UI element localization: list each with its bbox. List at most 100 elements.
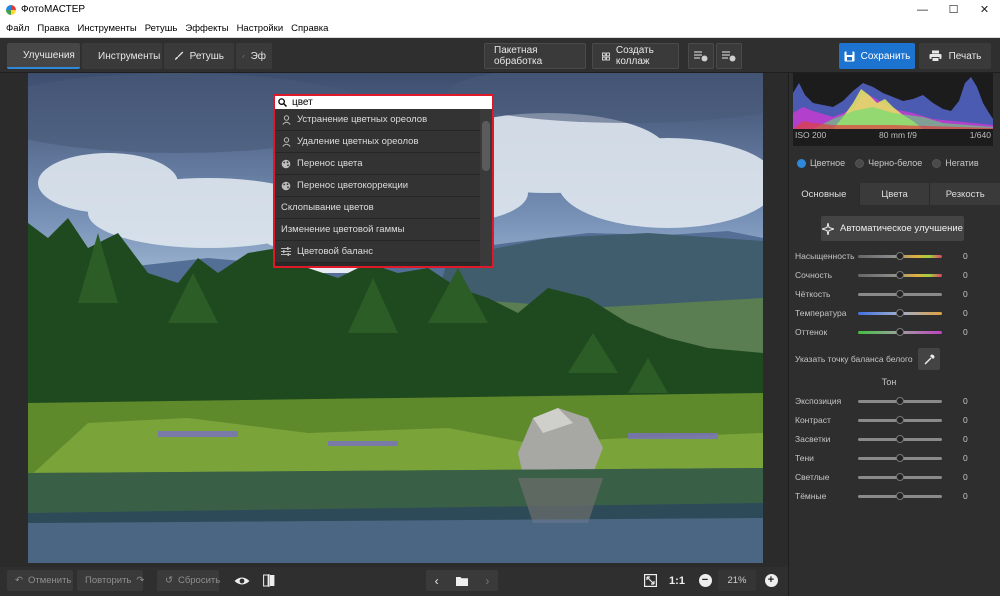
tab-retouch-label: Ретушь [189,50,224,62]
search-result-item[interactable]: Склопывание цветов [275,197,480,219]
save-button[interactable]: Сохранить [839,43,915,69]
color-mode-negative[interactable]: Негатив [932,158,979,168]
tone-section-title: Тон [881,377,897,387]
slider-contrast[interactable]: Контраст 0 [795,413,995,427]
next-image-icon[interactable]: › [485,574,489,588]
zoom-out-button[interactable]: − [694,570,716,591]
slider-temperature[interactable]: Температура 0 [795,306,995,320]
slider-value: 0 [963,289,968,299]
undo-button[interactable]: ↶ Отменить [7,570,73,591]
tab-tools-label: Инструменты [98,50,161,62]
slider-value: 0 [963,270,968,280]
add-layer-button[interactable] [688,43,714,69]
slider-knob[interactable] [896,492,904,500]
slider-value: 0 [963,308,968,318]
search-value: цвет [292,97,313,108]
search-scrollbar[interactable] [480,109,492,266]
slider-exposure[interactable]: Экспозиция 0 [795,394,995,408]
search-result-item[interactable]: Цветовой баланс [275,241,480,263]
slider-clarity[interactable]: Чёткость 0 [795,287,995,301]
window-title: ФотоМАСТЕР [21,4,86,15]
search-result-label: Устранение цветных ореолов [297,114,428,125]
auto-enhance-button[interactable]: Автоматическое улучшение [821,216,964,241]
fullscreen-icon [643,574,657,587]
sliders-icon [281,247,291,257]
compare-icon [263,574,275,587]
slider-knob[interactable] [896,252,904,260]
batch-processing-label: Пакетная обработка [494,45,543,67]
tab-improvements[interactable]: Улучшения [7,43,80,69]
zoom-level[interactable]: 21% [718,570,756,591]
actual-size-button[interactable]: 1:1 [666,570,688,591]
slider-knob[interactable] [896,416,904,424]
maximize-icon[interactable]: ☐ [938,0,969,19]
tab-colors[interactable]: Цвета [859,183,931,205]
folder-icon[interactable] [455,576,468,586]
menu-retouch[interactable]: Ретушь [141,23,182,34]
slider-knob[interactable] [896,454,904,462]
menu-help[interactable]: Справка [287,23,332,34]
tab-tools[interactable]: Инструменты [82,43,162,69]
slider-knob[interactable] [896,271,904,279]
compare-button[interactable] [258,570,280,591]
tab-retouch[interactable]: Ретушь [164,43,234,69]
search-result-item[interactable]: Изменение цветовой гаммы [275,219,480,241]
search-result-item[interactable]: Устранение цветных ореолов [275,109,480,131]
preview-toggle-button[interactable] [231,570,253,591]
canvas-area[interactable]: цвет Устранение цветных ореолов Удаление… [0,73,788,567]
slider-label: Чёткость [795,289,831,299]
close-icon[interactable]: ✕ [969,0,1000,19]
search-result-item[interactable]: Перенос цветокоррекции [275,175,480,197]
slider-knob[interactable] [896,397,904,405]
reset-label: Сбросить [177,575,221,586]
zoom-in-button[interactable]: + [760,570,782,591]
color-mode-color[interactable]: Цветное [797,158,845,168]
slider-highlights[interactable]: Засветки 0 [795,432,995,446]
tab-sharpness[interactable]: Резкость [930,183,1000,205]
search-result-item[interactable]: Перенос цвета [275,153,480,175]
tab-improvements-label: Улучшения [23,49,75,61]
search-scrollbar-thumb[interactable] [482,121,490,171]
slider-whites[interactable]: Светлые 0 [795,470,995,484]
slider-value: 0 [963,472,968,482]
slider-knob[interactable] [896,435,904,443]
slider-saturation[interactable]: Насыщенность 0 [795,249,995,263]
print-label: Печать [948,50,982,62]
eyedropper-button[interactable] [918,348,940,370]
slider-knob[interactable] [896,290,904,298]
reset-button[interactable]: ↺ Сбросить [157,570,221,591]
remove-layer-button[interactable] [716,43,742,69]
undo-icon: ↶ [15,575,23,586]
slider-knob[interactable] [896,473,904,481]
tab-effects[interactable]: Эф [236,43,272,69]
slider-value: 0 [963,251,968,261]
slider-blacks[interactable]: Тёмные 0 [795,489,995,503]
fit-screen-button[interactable] [639,570,661,591]
menu-file[interactable]: Файл [0,23,33,34]
print-button[interactable]: Печать [919,43,991,69]
menu-effects[interactable]: Эффекты [181,23,232,34]
eyedropper-icon [924,354,934,364]
redo-button[interactable]: Повторить ↷ [77,570,144,591]
menu-edit[interactable]: Правка [33,23,73,34]
slider-shadows[interactable]: Тени 0 [795,451,995,465]
search-field[interactable]: цвет [275,96,492,109]
search-result-item[interactable]: Удаление цветных ореолов [275,131,480,153]
slider-knob[interactable] [896,328,904,336]
slider-knob[interactable] [896,309,904,317]
batch-processing-button[interactable]: Пакетная обработка [484,43,586,69]
title-bar: ФотоМАСТЕР — ☐ ✕ [0,0,1000,19]
minimize-icon[interactable]: — [907,0,938,19]
slider-tint[interactable]: Оттенок 0 [795,325,995,339]
tab-basic[interactable]: Основные [789,183,860,205]
create-collage-button[interactable]: Создать коллаж [592,43,679,69]
slider-vibrance[interactable]: Сочность 0 [795,268,995,282]
slider-label: Контраст [795,415,831,425]
slider-value: 0 [963,491,968,501]
color-mode-label: Негатив [945,158,979,168]
prev-image-icon[interactable]: ‹ [435,574,439,588]
menu-settings[interactable]: Настройки [233,23,288,34]
search-result-label: Изменение цветовой гаммы [281,224,405,235]
color-mode-bw[interactable]: Черно-белое [855,158,922,168]
menu-tools[interactable]: Инструменты [73,23,140,34]
